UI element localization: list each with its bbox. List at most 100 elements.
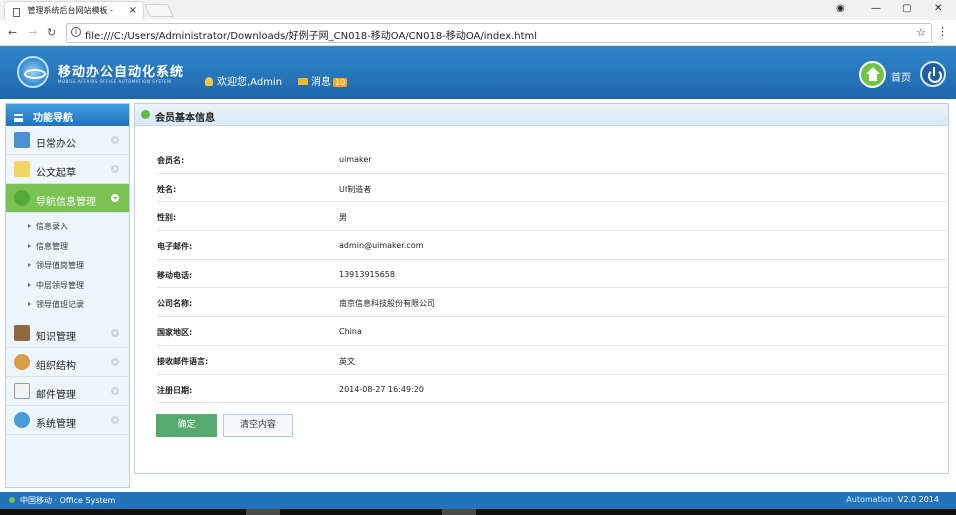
mail-language-row: 接收邮件语言: 英文 <box>157 346 948 375</box>
version-text: V2.0 2014 <box>897 495 939 504</box>
sidebar-item-system[interactable]: 系统管理 <box>6 406 129 435</box>
url-input[interactable]: i file:///C:/Users/Administrator/Downloa… <box>66 23 932 43</box>
messages-link[interactable]: 消息 10 <box>298 73 348 88</box>
mobile-value: 13913915658 <box>339 269 395 279</box>
sidebar-item-daily-office[interactable]: 日常办公 <box>6 126 129 155</box>
gear-icon <box>14 411 30 428</box>
status-dot-icon <box>9 497 15 503</box>
email-row: 电子邮件: admin@uimaker.com <box>157 231 948 260</box>
back-icon[interactable]: ← <box>8 26 17 39</box>
real-name-row: 姓名: UI制造者 <box>157 174 948 203</box>
new-tab-button[interactable] <box>143 4 175 17</box>
chevron-right-icon <box>111 357 119 366</box>
submenu-item-info-entry[interactable]: 信息录入 <box>6 217 129 237</box>
address-bar: ← → ↻ i file:///C:/Users/Administrator/D… <box>0 20 956 46</box>
app-header: 移动办公自动化系统 MOBILE AFFAIRS OFFICE AUTOMATI… <box>0 46 956 99</box>
tab-strip: 管理系统后台网站模板 - × ◉ — ▢ ✕ <box>0 0 956 20</box>
member-info-panel: 会员基本信息 会员名: uimaker 姓名: UI制造者 性别: 男 电子邮件: ad… <box>134 103 949 474</box>
sidebar-item-organization[interactable]: 组织结构 <box>6 348 129 377</box>
document-icon <box>13 8 20 17</box>
registration-date-label: 注册日期: <box>157 385 193 395</box>
submenu-item-duty-records[interactable]: 领导值班记录 <box>6 295 129 315</box>
minimize-icon[interactable]: — <box>871 3 881 14</box>
message-count-badge: 10 <box>333 78 348 87</box>
footer-left-text: 中国移动 · Office System <box>20 496 116 505</box>
mobile-row: 移动电话: 13913915658 <box>157 260 948 289</box>
registration-date-row: 注册日期: 2014-08-27 16:49:20 <box>157 375 948 404</box>
profile-icon[interactable]: ◉ <box>836 3 845 14</box>
users-icon <box>14 353 30 370</box>
app-title: 移动办公自动化系统 <box>58 65 185 80</box>
gender-label: 性别: <box>157 213 177 223</box>
mail-language-label: 接收邮件语言: <box>157 356 209 366</box>
registration-date-value: 2014-08-27 16:49:20 <box>339 384 424 394</box>
company-label: 公司名称: <box>157 299 193 309</box>
taskbar-item[interactable] <box>246 509 280 515</box>
window-close-icon[interactable]: ✕ <box>934 3 942 14</box>
member-name-row: 会员名: uimaker <box>157 145 948 174</box>
mail-icon <box>14 382 30 399</box>
company-value: 南京信息科技股份有限公司 <box>339 299 435 309</box>
chevron-right-icon <box>111 415 119 424</box>
user-icon <box>205 77 213 86</box>
navigation-sidebar: 功能导航 日常办公 公文起草 导航信息管理 信息录入 信息管理 领导值岗管理 中… <box>5 103 130 488</box>
app-subtitle: MOBILE AFFAIRS OFFICE AUTOMATION SYSTEM <box>58 79 172 84</box>
home-icon[interactable] <box>859 61 886 88</box>
country-row: 国家地区: China <box>157 317 948 346</box>
url-text: file:///C:/Users/Administrator/Downloads… <box>85 31 538 42</box>
mobile-label: 移动电话: <box>157 270 193 280</box>
logout-power-icon[interactable] <box>920 61 946 87</box>
country-value: China <box>339 327 362 337</box>
maximize-icon[interactable]: ▢ <box>902 3 911 14</box>
china-mobile-logo <box>17 56 49 88</box>
bookmark-star-icon[interactable]: ☆ <box>916 26 926 39</box>
panel-title: 会员基本信息 <box>135 104 948 126</box>
browser-window: 管理系统后台网站模板 - × ◉ — ▢ ✕ ← → ↻ i file:///C… <box>0 0 956 515</box>
book-icon <box>14 324 30 341</box>
confirm-button[interactable]: 确定 <box>156 414 217 437</box>
menu-icon[interactable]: ⋮ <box>937 25 948 38</box>
home-link[interactable]: 首页 <box>891 69 911 84</box>
email-value: admin@uimaker.com <box>339 241 424 251</box>
sidebar-item-navigation-info[interactable]: 导航信息管理 <box>6 184 129 213</box>
chevron-right-icon <box>111 136 119 144</box>
forward-icon[interactable]: → <box>28 26 37 39</box>
footer: 中国移动 · Office System Automation V2.0 2014 <box>0 492 956 509</box>
list-icon <box>14 114 23 122</box>
tab-title: 管理系统后台网站模板 - <box>27 6 113 15</box>
welcome-text: 欢迎您,Admin <box>205 73 282 88</box>
browser-tab[interactable]: 管理系统后台网站模板 - × <box>4 1 144 20</box>
country-label: 国家地区: <box>157 328 193 338</box>
gender-value: 男 <box>339 213 347 223</box>
reload-icon[interactable]: ↻ <box>47 26 56 39</box>
mail-language-value: 英文 <box>339 356 355 366</box>
sidebar-item-document-drafting[interactable]: 公文起草 <box>6 155 129 184</box>
submenu: 信息录入 信息管理 领导值岗管理 中层领导管理 领导值班记录 <box>6 213 129 319</box>
chevron-right-icon <box>111 328 119 337</box>
taskbar <box>0 509 956 515</box>
monitor-icon <box>14 132 30 148</box>
submenu-item-middle-leaders[interactable]: 中层领导管理 <box>6 276 129 296</box>
notebook-icon <box>14 161 30 177</box>
chevron-right-icon <box>111 386 119 395</box>
gender-row: 性别: 男 <box>157 202 948 232</box>
close-tab-icon[interactable]: × <box>129 5 137 16</box>
submenu-item-leader-duty[interactable]: 领导值岗管理 <box>6 256 129 276</box>
chevron-down-icon <box>111 194 119 202</box>
info-icon[interactable]: i <box>71 27 81 37</box>
email-label: 电子邮件: <box>157 242 193 252</box>
footer-right: Automation V2.0 2014 <box>846 495 939 504</box>
sidebar-item-mail[interactable]: 邮件管理 <box>6 377 129 406</box>
member-name-value: uimaker <box>339 155 372 164</box>
real-name-value: UI制造者 <box>339 184 372 194</box>
clear-content-button[interactable]: 清空内容 <box>223 414 293 437</box>
taskbar-item[interactable] <box>442 509 476 515</box>
member-info-form: 会员名: uimaker 姓名: UI制造者 性别: 男 电子邮件: admin@uim… <box>157 145 948 404</box>
company-row: 公司名称: 南京信息科技股份有限公司 <box>157 288 948 318</box>
mail-icon <box>298 78 308 85</box>
sidebar-title: 功能导航 <box>6 104 129 126</box>
tree-icon <box>14 190 30 206</box>
sidebar-item-knowledge[interactable]: 知识管理 <box>6 319 129 348</box>
chevron-right-icon <box>111 165 119 173</box>
submenu-item-info-management[interactable]: 信息管理 <box>6 237 129 257</box>
